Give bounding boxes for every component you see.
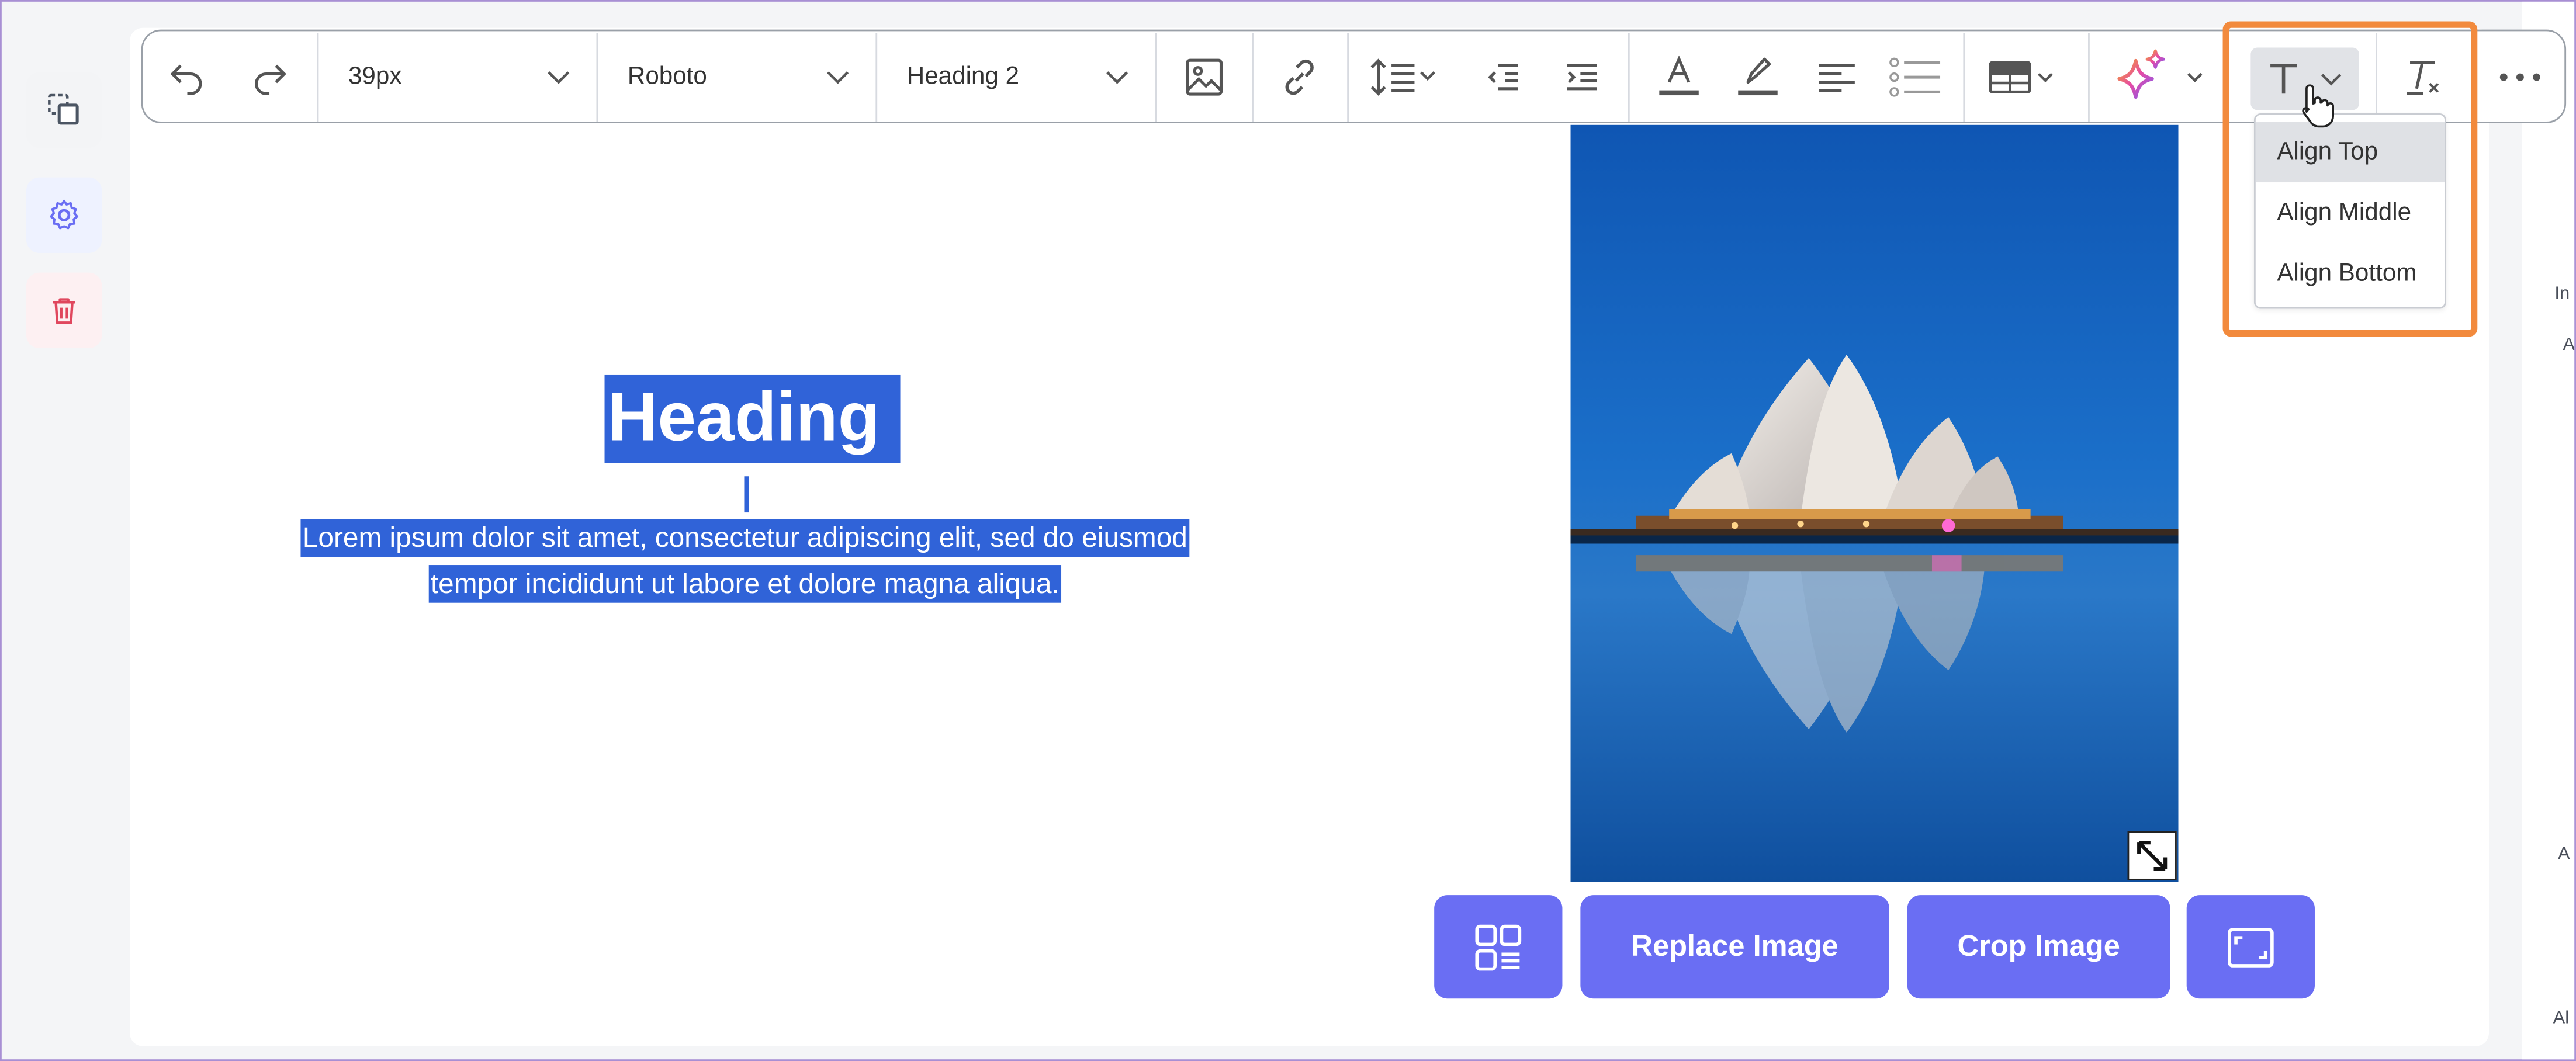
text-align-button[interactable] <box>1812 31 1861 122</box>
outdent-icon <box>1488 63 1518 89</box>
ai-assist-button[interactable] <box>2108 31 2217 122</box>
link-icon <box>1285 58 1314 94</box>
editor-stage: In A A Al 39px Roboto Heading 2 Align To… <box>0 0 2576 1061</box>
text-color-button[interactable] <box>1654 31 1704 122</box>
layout-icon <box>1475 924 1522 970</box>
settings-button[interactable] <box>26 177 102 253</box>
font-size-select[interactable]: 39px <box>318 31 598 122</box>
image-layout-button[interactable] <box>1434 895 1563 999</box>
photo-illustration <box>1570 124 2179 882</box>
undo-icon <box>170 64 202 95</box>
line-height-button[interactable] <box>1367 31 1446 122</box>
chevron-down-icon <box>548 70 570 84</box>
undo-button[interactable] <box>162 31 212 122</box>
replace-image-button[interactable]: Replace Image <box>1580 895 1889 999</box>
paragraph-text[interactable]: Lorem ipsum dolor sit amet, consectetur … <box>231 516 1258 608</box>
right-panel-fragment: A <box>2558 844 2570 864</box>
duplicate-button[interactable] <box>26 72 102 148</box>
paragraph-line: Lorem ipsum dolor sit amet, consectetur … <box>300 519 1189 557</box>
heading-text[interactable]: Heading <box>608 373 880 462</box>
redo-button[interactable] <box>245 31 294 122</box>
font-size-value: 39px <box>348 62 402 91</box>
ai-sparkle-icon <box>2117 48 2203 98</box>
indent-button[interactable] <box>1557 31 1606 122</box>
right-panel: In A A Al <box>2522 1 2575 1060</box>
block-style-value: Heading 2 <box>906 62 1020 91</box>
delete-button[interactable] <box>26 272 102 348</box>
list-icon <box>1889 57 1941 96</box>
fit-image-button[interactable] <box>2186 895 2315 999</box>
align-left-icon <box>1818 63 1855 91</box>
paragraph-line: tempor incididunt ut labore et dolore ma… <box>429 565 1061 603</box>
highlight-color-button[interactable] <box>1733 31 1782 122</box>
crop-image-button[interactable]: Crop Image <box>1907 895 2170 999</box>
text-caret <box>744 476 749 513</box>
expand-image-button[interactable] <box>2127 831 2177 880</box>
opera-house-photo[interactable] <box>1570 124 2179 882</box>
gear-icon <box>50 199 78 230</box>
insert-link-button[interactable] <box>1270 31 1329 122</box>
line-height-icon <box>1370 58 1435 95</box>
text-color-icon <box>1659 54 1699 95</box>
indent-icon <box>1567 63 1597 89</box>
more-icon <box>2499 72 2540 81</box>
expand-icon <box>2137 841 2168 871</box>
highlight-outline <box>2222 21 2478 337</box>
table-icon <box>1989 60 2053 93</box>
right-panel-fragment: In <box>2554 284 2570 304</box>
trash-icon <box>53 298 75 324</box>
font-family-select[interactable]: Roboto <box>598 31 877 122</box>
more-options-button[interactable] <box>2492 31 2549 122</box>
right-panel-fragment: Al <box>2553 1008 2570 1028</box>
outdent-button[interactable] <box>1479 31 1528 122</box>
right-panel-fragment: A <box>2563 335 2575 355</box>
copy-select-icon <box>48 93 79 125</box>
chevron-down-icon <box>1106 70 1128 84</box>
insert-image-button[interactable] <box>1175 31 1234 122</box>
block-style-select[interactable]: Heading 2 <box>877 31 1157 122</box>
fit-frame-icon <box>2227 927 2274 967</box>
highlighter-icon <box>1738 57 1778 95</box>
formatting-toolbar: 39px Roboto Heading 2 <box>141 29 2567 123</box>
list-button[interactable] <box>1888 31 1944 122</box>
table-button[interactable] <box>1986 31 2065 122</box>
pointer-hand-icon <box>2302 84 2335 128</box>
chevron-down-icon <box>827 70 849 84</box>
image-icon <box>1186 58 1223 95</box>
redo-icon <box>255 64 286 95</box>
font-family-value: Roboto <box>627 62 707 91</box>
